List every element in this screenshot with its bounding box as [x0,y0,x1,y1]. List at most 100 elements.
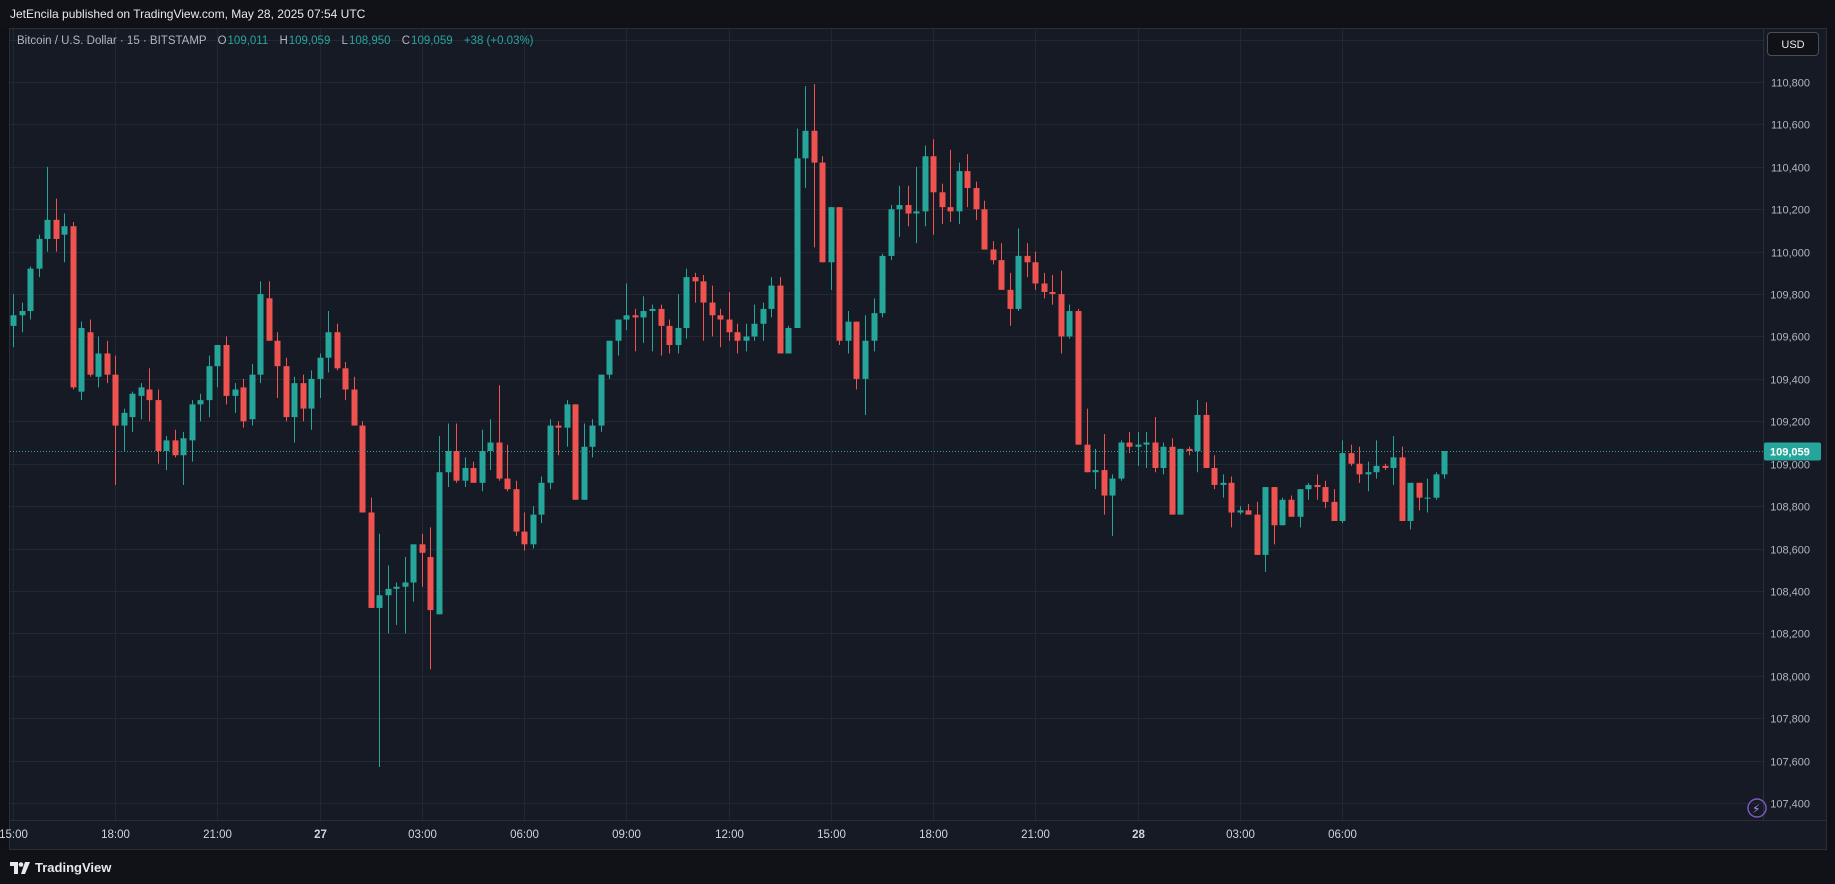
candle [777,277,784,354]
price-axis[interactable]: 107,400 107,600 107,800 108,000 108,200 108,4… [1770,36,1810,811]
candle [896,185,903,237]
candle-body [19,311,26,316]
candle-body [853,321,860,379]
candle [445,423,452,488]
candle-body [121,412,128,426]
candle [197,393,204,422]
candle-body [632,315,639,318]
candle [266,281,273,341]
time-tick-label: 06:00 [510,829,539,841]
candle [700,274,707,341]
candle [1331,489,1338,521]
candle [1279,497,1286,526]
symbol-legend: Bitcoin / U.S. Dollar · 15 · BITSTAMP O1… [17,35,542,47]
candle-body [53,219,60,239]
candle-body [1135,444,1142,447]
candle-body [351,389,358,426]
candle-body [1109,478,1116,496]
svg-text:⚡: ⚡ [1752,802,1760,816]
candle [368,497,375,608]
candle-body [1407,482,1414,521]
candle-body [410,544,417,583]
candle-body [777,285,784,354]
candle [1407,482,1414,530]
close-label: C [401,35,411,47]
candle [419,533,426,587]
candle [427,527,434,670]
candle [555,421,562,456]
candle [334,323,341,371]
candle-body [1084,444,1091,473]
candle-body [36,238,43,269]
candle-body [675,328,682,345]
time-axis[interactable]: 15:00 18:00 21:00 27 03:00 06:00 09:00 12:00 15:… [0,829,1357,841]
candle-body [896,205,903,210]
candle [905,185,912,227]
candle [1424,478,1431,513]
candle [1075,308,1082,445]
candle [1084,408,1091,473]
candle [180,431,187,485]
candle-body [836,207,843,341]
candle-body [862,340,869,379]
candle-body [87,332,94,375]
candle [70,221,77,390]
candle-body [521,531,528,545]
candle [649,304,656,352]
currency-button[interactable]: USD [1767,32,1819,56]
candle-body [1118,442,1125,479]
candle [1024,243,1031,278]
candle [1237,506,1244,515]
candle-body [760,308,767,324]
candle-body [104,353,111,375]
candle [274,332,281,398]
price-tick-label: 107,600 [1770,757,1810,769]
candle-body [1390,457,1397,468]
candle-body [981,209,988,250]
candle [726,291,733,341]
time-tick-label: 21:00 [203,829,232,841]
time-tick-label: 03:00 [408,829,437,841]
candle-body [743,336,750,341]
candle [1254,501,1261,555]
candle-body [1007,289,1014,309]
candle-body [947,207,954,212]
candle [871,298,878,352]
candle [342,361,349,401]
candle [1109,474,1116,536]
candle [1390,436,1397,485]
candle-body [589,425,596,447]
candle [768,277,775,318]
candle-body [206,366,213,401]
candle-body [61,226,68,235]
candle-body [606,340,613,375]
candle [1228,476,1235,528]
candle [436,436,443,615]
candle [717,308,724,348]
candle [513,480,520,536]
candle [598,374,605,432]
candle-body [700,281,707,303]
candle-body [1441,451,1448,475]
candle-body [598,374,605,426]
candle [206,355,213,418]
price-tick-label: 109,600 [1770,332,1810,344]
candlestick-chart[interactable]: 107,400 107,600 107,800 108,000 108,200 108,4… [0,0,1835,850]
candle [104,340,111,384]
candle [811,84,818,248]
candle-body [172,440,179,456]
low-label: L [341,35,348,47]
candle-body [1015,255,1022,309]
candle [27,266,34,320]
candle [836,207,843,345]
candle-body [1066,311,1073,337]
candle [61,213,68,263]
brand[interactable]: TradingView [10,860,111,875]
price-tick-label: 108,400 [1770,587,1810,599]
candle-body [10,315,17,326]
candle [930,139,937,235]
candle-body [479,451,486,483]
candle-body [888,209,895,256]
candle [981,200,988,250]
candle-body [547,425,554,483]
